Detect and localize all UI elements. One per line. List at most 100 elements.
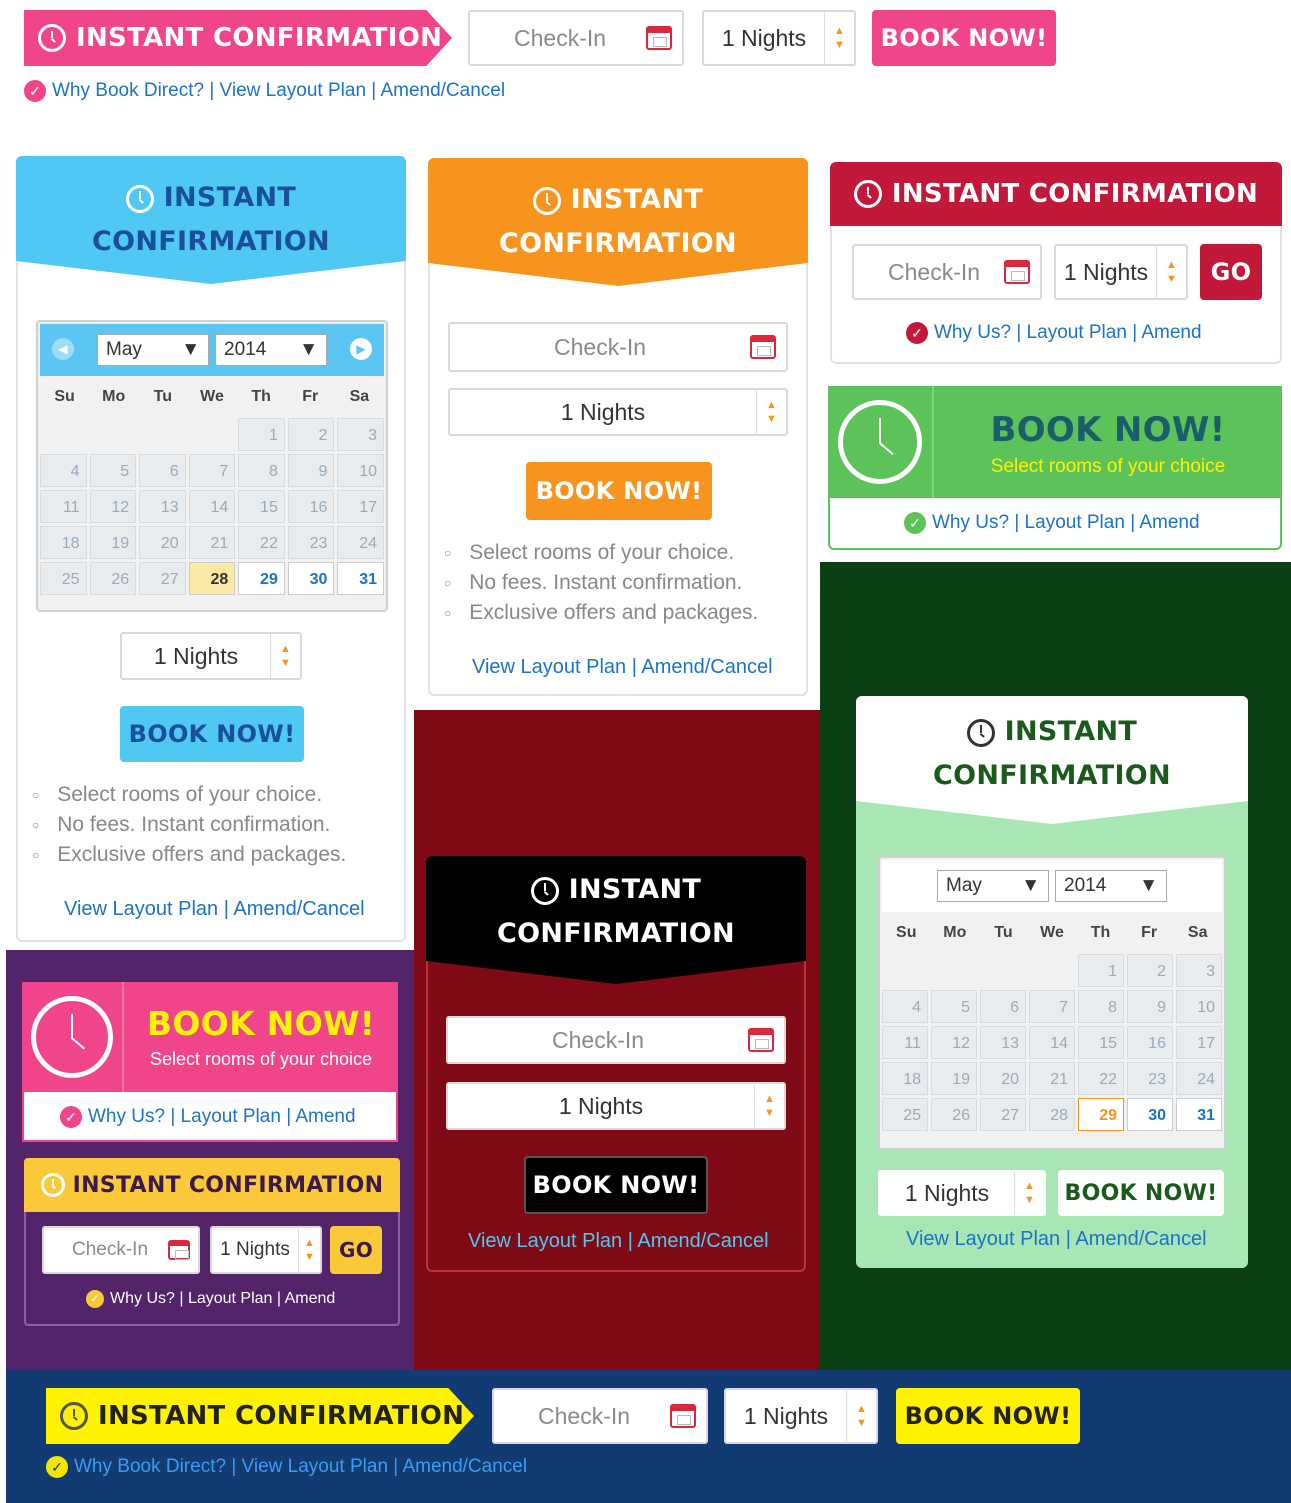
black-widget: INSTANT CONFIRMATION Check-In 1 Nights ▲… [426,856,806,1272]
green-links[interactable]: ✓ Why Us? | Layout Plan | Amend [904,512,1200,534]
go-button[interactable]: GO [330,1226,382,1274]
layout-links[interactable]: View Layout Plan | Amend/Cancel [906,1228,1207,1251]
calendar-icon[interactable] [750,335,776,359]
calendar-day: 3 [1176,954,1222,987]
nights-stepper[interactable]: 1 Nights ▲ ▼ [724,1388,878,1444]
prev-month-icon[interactable]: ◀ [52,338,74,360]
calendar-day: 10 [337,454,384,487]
calendar-day: 11 [882,1026,928,1059]
stepper-arrows-icon[interactable]: ▲ ▼ [270,634,300,678]
book-now-button[interactable]: BOOK NOW! [526,462,712,520]
layout-links[interactable]: View Layout Plan | Amend/Cancel [472,656,773,679]
next-month-icon[interactable]: ▶ [350,338,372,360]
links-text[interactable]: Why Us? | Layout Plan | Amend [934,322,1202,344]
sky-calendar: ◀ May ▼ 2014 ▼ ▶ Su Mo Tu We Th Fr Sa 1234567891… [36,320,388,612]
calendar-day[interactable]: 31 [1176,1098,1222,1131]
nights-stepper[interactable]: 1 Nights ▲ ▼ [448,388,788,436]
month-select[interactable]: May ▼ [97,334,209,366]
checkin-placeholder: Check-In [554,333,647,360]
calendar-blank [139,418,186,451]
clock-icon [838,400,922,484]
calendar-day[interactable]: 28 [188,562,236,595]
stepper-arrows-icon[interactable]: ▲ ▼ [1014,1172,1044,1214]
crimson-widget: INSTANT CONFIRMATION Check-In 1 Nights ▲… [830,162,1282,364]
links-text[interactable]: Why Book Direct? | View Layout Plan | Am… [74,1456,527,1478]
nights-stepper[interactable]: 1 Nights ▲ ▼ [878,1170,1046,1216]
calendar-icon[interactable] [748,1028,774,1052]
nights-stepper[interactable]: 1 Nights ▲ ▼ [446,1082,786,1130]
book-now-button[interactable]: BOOK NOW! [524,1156,708,1214]
checkin-placeholder: Check-In [72,1239,149,1260]
stepper-arrows-icon[interactable]: ▲ ▼ [846,1390,876,1442]
book-now-title: BOOK NOW! [990,410,1226,450]
links-text[interactable]: Why Us? | Layout Plan | Amend [932,512,1200,534]
year-select[interactable]: 2014 ▼ [1055,870,1167,902]
check-icon: ✓ [904,512,926,534]
checkin-input[interactable]: Check-In [492,1388,708,1444]
links-text[interactable]: Why Us? | Layout Plan | Amend [88,1106,356,1128]
calendar-icon[interactable] [670,1404,696,1428]
calendar-day: 23 [287,526,335,559]
clock-icon [38,24,66,52]
stepper-arrows-icon[interactable]: ▲ ▼ [756,390,786,434]
links-text[interactable]: Why Book Direct? | View Layout Plan | Am… [52,80,505,102]
book-now-button[interactable]: BOOK NOW! [1058,1170,1224,1216]
clock-icon [532,186,561,215]
weekday-label: Sa [1187,924,1208,941]
calendar-header: May ▼ 2014 ▼ [882,860,1222,912]
book-now-button[interactable]: BOOK NOW! [120,706,304,762]
clock-icon [530,876,559,905]
links-text[interactable]: Why Us? | Layout Plan | Amend [110,1290,335,1308]
nights-stepper[interactable]: 1 Nights ▲ ▼ [120,632,302,680]
stepper-arrows-icon[interactable]: ▲ ▼ [298,1228,320,1272]
calendar-day[interactable]: 30 [287,562,335,595]
calendar-icon[interactable] [646,26,672,50]
layout-links[interactable]: View Layout Plan | Amend/Cancel [468,1230,769,1253]
checkin-input[interactable]: Check-In [468,10,684,66]
clock-icon [966,718,995,747]
year-select[interactable]: 2014 ▼ [215,334,327,366]
pink-book-links[interactable]: ✓ Why Us? | Layout Plan | Amend [60,1106,356,1128]
gold-links[interactable]: ✓ Why Us? | Layout Plan | Amend [86,1290,335,1308]
green-widget: BOOK NOW! Select rooms of your choice ✓ … [828,386,1282,550]
book-now-button[interactable]: BOOK NOW! [896,1388,1080,1444]
checkin-placeholder: Check-In [888,258,981,285]
nights-value: 1 Nights [220,1239,290,1260]
stepper-arrows-icon[interactable]: ▲ ▼ [824,12,854,64]
calendar-icon[interactable] [1004,260,1030,284]
nights-stepper[interactable]: 1 Nights ▲ ▼ [210,1226,322,1274]
calendar-day: 2 [287,418,335,451]
go-button[interactable]: GO [1200,244,1262,300]
checkin-input[interactable]: Check-In [448,322,788,372]
nights-stepper[interactable]: 1 Nights ▲ ▼ [1054,244,1188,300]
calendar-day: 15 [238,490,285,523]
check-icon: ✓ [86,1290,104,1308]
sky-header: INSTANT CONFIRMATION [16,156,406,284]
calendar-icon[interactable] [168,1240,190,1260]
layout-links[interactable]: View Layout Plan | Amend/Cancel [64,898,365,921]
nights-value: 1 Nights [721,24,807,51]
checkin-input[interactable]: Check-In [446,1016,786,1064]
checkin-input[interactable]: Check-In [42,1226,200,1274]
calendar-day: 25 [40,562,87,595]
weekday-label: Su [896,924,917,941]
calendar-day[interactable]: 30 [1127,1098,1173,1131]
calendar-day[interactable]: 29 [238,562,285,595]
banner-title: INSTANT CONFIRMATION [76,23,443,53]
weekday-label: We [200,388,224,405]
crimson-links[interactable]: ✓ Why Us? | Layout Plan | Amend [906,322,1202,344]
calendar-day[interactable]: 31 [337,562,384,595]
book-now-button[interactable]: BOOK NOW! [872,10,1056,66]
calendar-day: 22 [238,526,285,559]
feature-list: Select rooms of your choice. No fees. In… [32,780,346,870]
stepper-arrows-icon[interactable]: ▲ ▼ [1156,246,1186,298]
calendar-day: 17 [337,490,384,523]
feature-item: No fees. Instant confirmation. [444,568,758,598]
stepper-arrows-icon[interactable]: ▲ ▼ [754,1084,784,1128]
yellow-links[interactable]: ✓ Why Book Direct? | View Layout Plan | … [46,1456,527,1478]
pink-links[interactable]: ✓ Why Book Direct? | View Layout Plan | … [24,80,505,102]
checkin-input[interactable]: Check-In [852,244,1042,300]
calendar-day[interactable]: 29 [1078,1098,1124,1131]
nights-stepper[interactable]: 1 Nights ▲ ▼ [702,10,856,66]
month-select[interactable]: May ▼ [937,870,1049,902]
